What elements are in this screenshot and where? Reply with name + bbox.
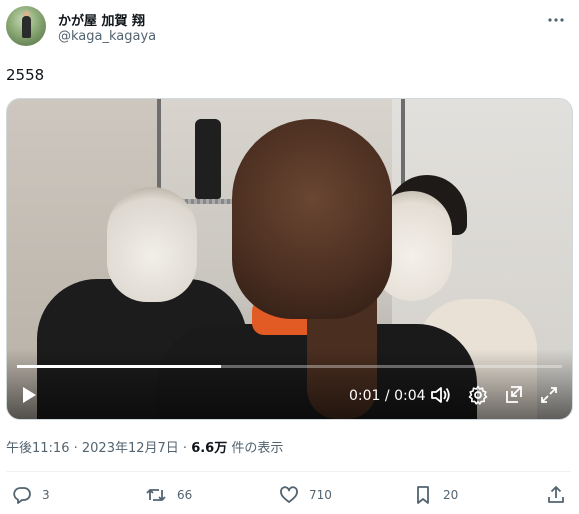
tweet-date[interactable]: 2023年12月7日 — [82, 441, 179, 456]
tweet-meta: 午後11:16 · 2023年12月7日 · 6.6万 件の表示 — [6, 437, 283, 456]
video-current-time: 0:01 — [349, 388, 381, 404]
tweet-text: 2558 — [6, 66, 45, 84]
video-duration: 0:04 — [394, 388, 426, 404]
reply-button[interactable]: 3 — [12, 485, 50, 505]
views-label: 件の表示 — [227, 441, 284, 456]
share-button[interactable] — [546, 485, 566, 505]
volume-icon[interactable] — [429, 383, 453, 407]
avatar-figure-body — [22, 16, 31, 38]
divider — [6, 471, 571, 472]
video-time: 0:01 / 0:04 — [349, 388, 426, 404]
meta-separator: · — [69, 441, 82, 456]
author-display-name[interactable]: かが屋 加賀 翔 — [58, 10, 145, 29]
heart-icon — [280, 486, 298, 503]
more-dots-icon[interactable] — [547, 8, 565, 27]
video-time-separator: / — [380, 388, 395, 404]
video-controls: 0:01 / 0:04 — [7, 371, 572, 419]
author-handle[interactable]: @kaga_kagaya — [58, 29, 156, 44]
reply-count: 3 — [42, 488, 50, 502]
play-icon[interactable] — [17, 383, 41, 407]
settings-icon[interactable] — [466, 383, 490, 407]
bookmark-icon — [417, 486, 429, 504]
share-icon — [548, 486, 564, 503]
avatar[interactable] — [6, 6, 46, 46]
views-count: 6.6万 — [191, 441, 228, 456]
bookmark-button[interactable]: 20 — [413, 485, 458, 505]
repost-icon — [146, 489, 166, 501]
tweet-header: かが屋 加賀 翔 @kaga_kagaya — [6, 6, 569, 48]
repost-button[interactable]: 66 — [145, 485, 192, 505]
reply-icon — [13, 487, 31, 504]
video-frame-bottle — [195, 119, 221, 199]
repost-count: 66 — [177, 488, 193, 502]
video-frame-person-front-head — [232, 119, 392, 319]
fullscreen-icon[interactable] — [537, 383, 561, 407]
video-player[interactable]: 0:01 / 0:04 — [6, 98, 573, 420]
tweet-time[interactable]: 午後11:16 — [6, 441, 69, 456]
like-button[interactable]: 710 — [279, 485, 332, 505]
meta-separator: · — [178, 441, 192, 456]
pip-icon[interactable] — [502, 383, 526, 407]
video-progress-fill — [17, 365, 222, 368]
like-count: 710 — [309, 488, 332, 502]
video-progress-bar[interactable] — [17, 365, 562, 368]
bookmark-count: 20 — [443, 488, 459, 502]
video-frame-person-left-head — [107, 187, 197, 302]
